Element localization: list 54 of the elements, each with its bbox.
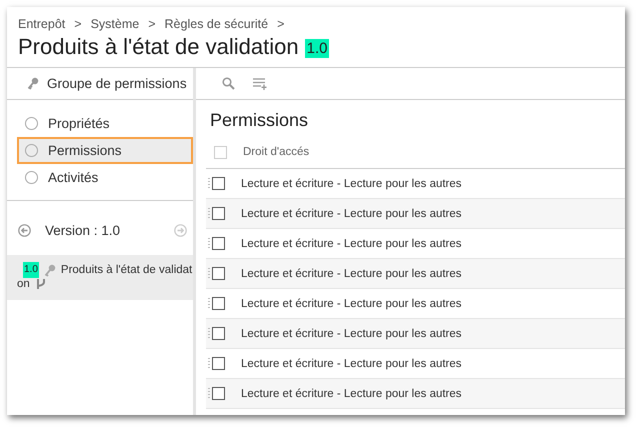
select-all-checkbox[interactable] [214, 146, 227, 158]
version-badge: 1.0 [23, 262, 39, 278]
page-title: Produits à l'état de validation [18, 34, 299, 60]
version-label: Version : 1.0 [45, 222, 122, 238]
branch-icon [36, 278, 46, 290]
drag-handle-icon[interactable] [208, 298, 210, 310]
table-cell: Lecture et écriture - Lecture pour les autres [241, 358, 462, 370]
nav-item[interactable]: Permissions [17, 137, 193, 164]
breadcrumb-link[interactable]: Entrepôt [18, 17, 66, 31]
sidebar-title: Groupe de permissions [47, 76, 187, 91]
version-name: on [17, 277, 30, 291]
nav-item[interactable]: Propriétés [17, 110, 132, 137]
version-badge: 1.0 [304, 39, 330, 58]
radio-icon [25, 171, 38, 184]
drag-handle-icon[interactable] [208, 208, 210, 220]
row-checkbox[interactable] [212, 327, 225, 340]
version-name: Produits à l'état de validat [60, 263, 192, 277]
next-icon[interactable] [174, 224, 187, 236]
key-icon [44, 264, 56, 276]
key-icon [27, 77, 39, 90]
row-checkbox[interactable] [212, 237, 225, 250]
nav-item[interactable]: Activités [17, 164, 132, 191]
drag-handle-icon[interactable] [208, 388, 210, 400]
breadcrumb-link[interactable]: Système [90, 17, 140, 31]
drag-handle-icon[interactable] [208, 268, 210, 280]
row-checkbox[interactable] [212, 267, 225, 280]
drag-handle-icon[interactable] [208, 358, 210, 370]
row-checkbox[interactable] [212, 177, 225, 190]
search-icon[interactable] [222, 77, 235, 90]
version-card[interactable]: 1.0 Produits à l'état de validat on [7, 255, 193, 300]
row-checkbox[interactable] [212, 297, 225, 310]
table-cell: Lecture et écriture - Lecture pour les autres [241, 328, 462, 340]
row-checkbox[interactable] [212, 357, 225, 370]
drag-handle-icon[interactable] [208, 328, 210, 340]
table-cell: Lecture et écriture - Lecture pour les autres [241, 208, 462, 220]
previous-icon[interactable] [18, 224, 31, 236]
table-cell: Lecture et écriture - Lecture pour les autres [241, 298, 462, 310]
table-cell: Lecture et écriture - Lecture pour les autres [241, 268, 462, 280]
row-checkbox[interactable] [212, 207, 225, 220]
table-cell: Lecture et écriture - Lecture pour les autres [241, 388, 462, 400]
column-header: Droit d'accés [243, 146, 310, 158]
table-cell: Lecture et écriture - Lecture pour les autres [241, 178, 462, 190]
table-cell: Lecture et écriture - Lecture pour les autres [241, 238, 462, 250]
breadcrumb-link[interactable]: Règles de sécurité [164, 17, 268, 31]
drag-handle-icon[interactable] [208, 238, 210, 250]
breadcrumb-separator: > [74, 17, 82, 31]
section-heading: Permissions [209, 109, 310, 132]
breadcrumb-separator: > [277, 17, 284, 31]
row-checkbox[interactable] [212, 387, 225, 400]
drag-handle-icon[interactable] [208, 178, 210, 190]
breadcrumb-separator: > [148, 17, 156, 31]
radio-icon [25, 117, 38, 130]
radio-icon [25, 144, 38, 157]
add-list-icon[interactable] [253, 78, 267, 90]
